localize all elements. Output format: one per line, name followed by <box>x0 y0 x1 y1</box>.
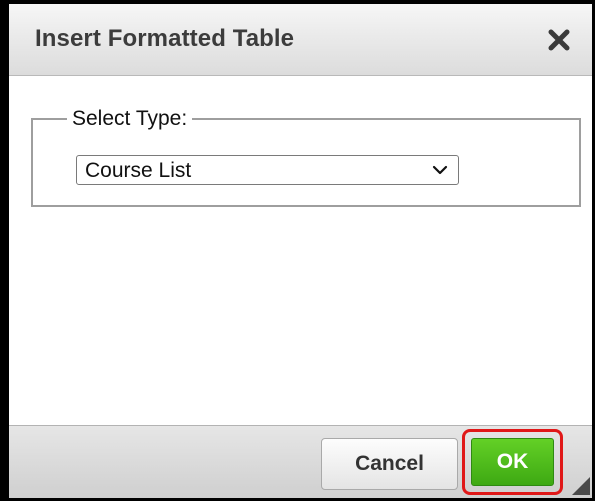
select-type-legend: Select Type: <box>67 106 193 132</box>
close-icon <box>548 29 570 51</box>
cancel-button[interactable]: Cancel <box>321 438 458 490</box>
dialog-title: Insert Formatted Table <box>35 25 295 52</box>
insert-formatted-table-dialog: Insert Formatted Table Select Type: Cour… <box>0 0 595 501</box>
select-type-fieldset: Select Type: Course List <box>31 106 581 207</box>
chevron-down-icon <box>432 165 448 175</box>
table-type-selected-value: Course List <box>85 159 192 182</box>
table-type-select[interactable]: Course List <box>76 155 459 185</box>
resize-grip-icon[interactable] <box>570 475 590 495</box>
dialog-titlebar: Insert Formatted Table <box>9 4 592 76</box>
close-button[interactable] <box>544 22 574 56</box>
dialog-footer: Cancel OK <box>9 425 592 498</box>
ok-button-highlight: OK <box>462 429 563 495</box>
ok-button[interactable]: OK <box>471 438 554 486</box>
